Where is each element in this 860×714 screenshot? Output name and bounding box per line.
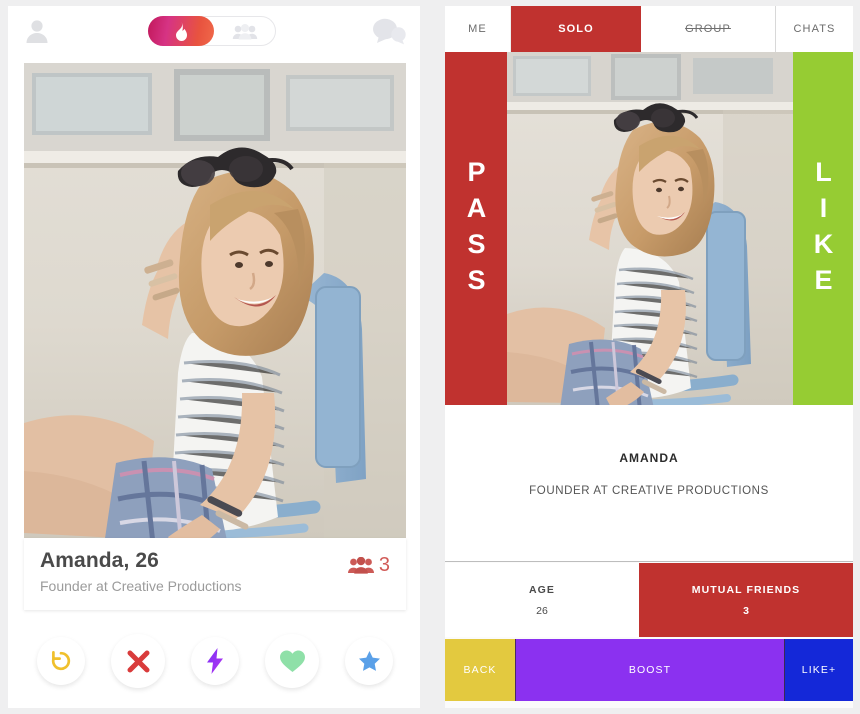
stat-mutual-friends[interactable]: MUTUAL FRIENDS 3: [639, 563, 853, 637]
tinder-app-panel: Amanda, 26 Founder at Creative Productio…: [8, 6, 420, 708]
wireframe-app-panel: ME SOLO GROUP CHATS PASS LIKE AMANDA FOU…: [445, 6, 853, 708]
tab-solo[interactable]: SOLO: [511, 6, 641, 52]
stat-age-label: AGE: [528, 583, 556, 596]
bio-role: FOUNDER AT CREATIVE PRODUCTIONS: [529, 485, 769, 497]
hero-section: PASS LIKE: [445, 52, 853, 405]
like-button[interactable]: LIKE: [793, 52, 853, 405]
x-icon: [127, 650, 149, 672]
tab-chats[interactable]: CHATS: [775, 6, 853, 52]
action-button-row: [24, 630, 406, 692]
profile-photo: [24, 63, 406, 538]
mode-toggle[interactable]: [148, 16, 276, 46]
stat-age-value: 26: [536, 604, 548, 617]
tab-bar: ME SOLO GROUP CHATS: [445, 6, 853, 52]
profile-photo: [507, 52, 793, 405]
group-people-icon: [347, 557, 374, 574]
screenshot-stage: Amanda, 26 Founder at Creative Productio…: [0, 0, 860, 714]
solo-mode-toggle-knob[interactable]: [148, 16, 214, 46]
profile-subtitle: Founder at Creative Productions: [40, 578, 242, 594]
boost-button[interactable]: BOOST: [515, 639, 785, 701]
bio-block: AMANDA FOUNDER AT CREATIVE PRODUCTIONS: [445, 405, 853, 562]
like-button[interactable]: [265, 634, 319, 688]
profile-info-strip: Amanda, 26 Founder at Creative Productio…: [24, 538, 406, 610]
profile-icon[interactable]: [22, 16, 52, 46]
tab-me[interactable]: ME: [445, 6, 511, 52]
chat-bubbles-icon[interactable]: [372, 17, 406, 45]
hero-profile-photo[interactable]: [507, 52, 793, 405]
rewind-icon: [51, 651, 71, 671]
stat-mutual-value: 3: [743, 604, 749, 617]
superlike-button[interactable]: [345, 637, 393, 685]
back-button[interactable]: BACK: [445, 639, 515, 701]
app-header: [8, 6, 420, 56]
group-people-icon: [232, 24, 258, 40]
rewind-button[interactable]: [37, 637, 85, 685]
mutual-friends-count: 3: [378, 554, 390, 576]
like-plus-button[interactable]: LIKE+: [785, 639, 853, 701]
mutual-friends-indicator[interactable]: 3: [347, 554, 390, 577]
profile-name: Amanda, 26: [40, 549, 159, 572]
nope-button[interactable]: [111, 634, 165, 688]
flame-icon: [175, 21, 187, 41]
profile-text-block: Amanda, 26 Founder at Creative Productio…: [40, 548, 242, 596]
star-icon: [358, 651, 380, 671]
heart-icon: [279, 650, 305, 672]
tab-group[interactable]: GROUP: [641, 6, 775, 52]
lightning-bolt-icon: [207, 648, 223, 674]
bio-name: AMANDA: [619, 451, 679, 465]
profile-photo-card[interactable]: [24, 63, 406, 538]
stats-row: AGE 26 MUTUAL FRIENDS 3: [445, 563, 853, 637]
stat-age: AGE 26: [445, 563, 639, 637]
pass-button[interactable]: PASS: [445, 52, 507, 405]
stat-mutual-label: MUTUAL FRIENDS: [691, 583, 801, 596]
bottom-action-bar: BACK BOOST LIKE+: [445, 639, 853, 701]
pass-label: PASS: [461, 156, 492, 301]
like-label: LIKE: [808, 156, 839, 301]
boost-button[interactable]: [191, 637, 239, 685]
group-mode-toggle-option[interactable]: [225, 17, 265, 47]
